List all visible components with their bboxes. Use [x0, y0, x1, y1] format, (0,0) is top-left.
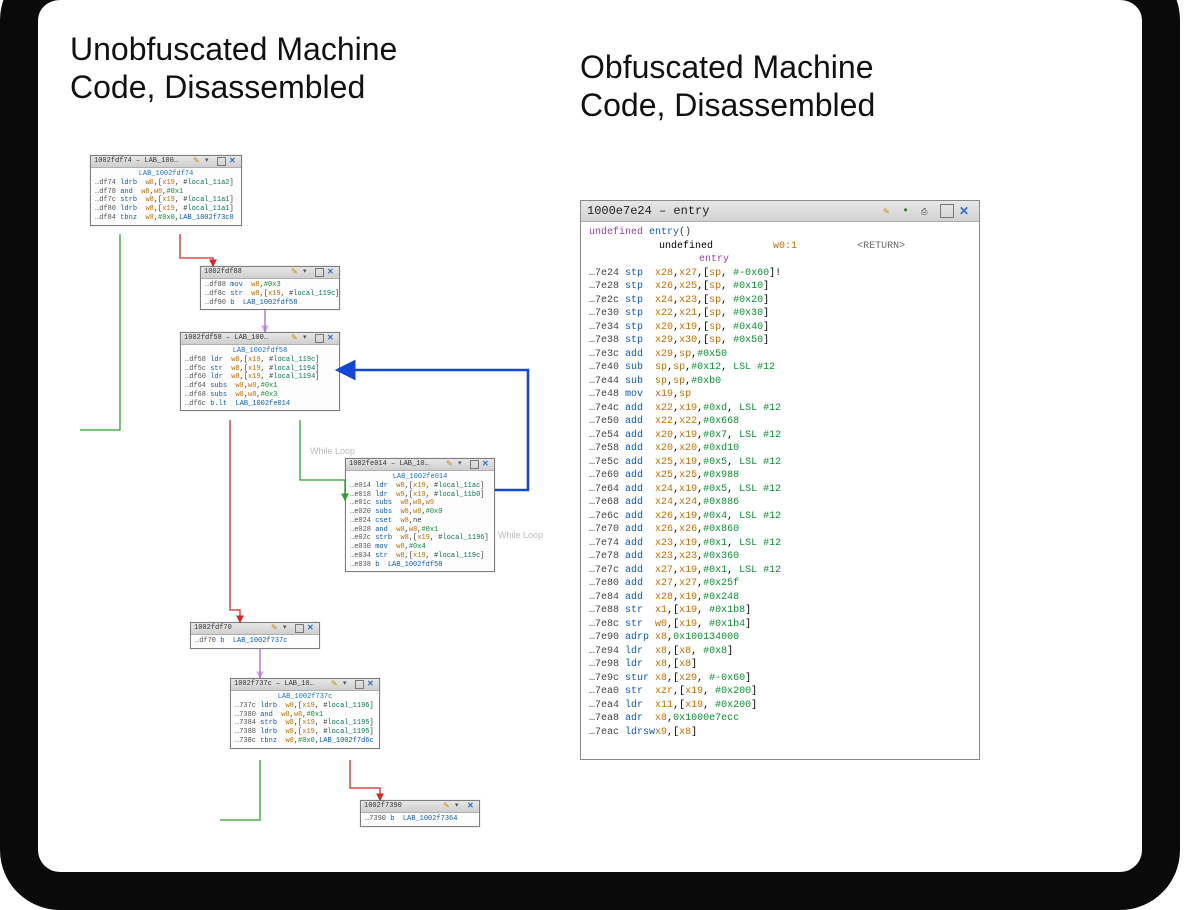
close-icon[interactable]: [959, 204, 973, 218]
printer-icon[interactable]: [921, 204, 935, 218]
instruction-row: …7e28 stp x26,x25,[sp, #0x10]: [589, 280, 971, 294]
instruction-row: …7e74 add x23,x19,#0x1, LSL #12: [589, 537, 971, 551]
instruction-row: …7e2c stp x24,x23,[sp, #0x20]: [589, 294, 971, 308]
instruction-row: …7e9c stur x8,[x29, #-0x60]: [589, 672, 971, 686]
instruction-row: …7e34 stp x20,x19,[sp, #0x40]: [589, 321, 971, 335]
instruction-row: …7e60 add x25,x25,#0x988: [589, 469, 971, 483]
instruction-row: …7e80 add x27,x27,#0x25f: [589, 577, 971, 591]
instruction-row: …7ea8 adr x8,0x1000e7ecc: [589, 712, 971, 726]
obf-body: undefined entry() undefined w0:1 <RETURN…: [581, 222, 979, 743]
content-area: Unobfuscated Machine Code, Disassembled …: [60, 30, 1160, 850]
function-signature: undefined entry(): [589, 226, 971, 240]
return-line: undefined w0:1 <RETURN>: [659, 240, 971, 254]
instruction-row: …7e8c str w0,[x19, #0x1b4]: [589, 618, 971, 632]
titlebar-title: 1000e7e24 – entry: [587, 204, 709, 218]
instruction-rows: …7e24 stp x28,x27,[sp, #-0x60]!…7e28 stp…: [589, 267, 971, 740]
instruction-row: …7eac ldrswx9,[x8]: [589, 726, 971, 740]
instruction-row: …7e58 add x20,x20,#0xd10: [589, 442, 971, 456]
instruction-row: …7e84 add x28,x19,#0x248: [589, 591, 971, 605]
instruction-row: …7e30 stp x22,x21,[sp, #0x30]: [589, 307, 971, 321]
maximize-icon[interactable]: [940, 204, 954, 218]
instruction-row: …7e78 add x23,x23,#0x360: [589, 550, 971, 564]
instruction-row: …7e70 add x26,x26,#0x860: [589, 523, 971, 537]
instruction-row: …7e44 sub sp,sp,#0xb0: [589, 375, 971, 389]
instruction-row: …7e98 ldr x8,[x8]: [589, 658, 971, 672]
instruction-row: …7e24 stp x28,x27,[sp, #-0x60]!: [589, 267, 971, 281]
instruction-row: …7e4c add x22,x19,#0xd, LSL #12: [589, 402, 971, 416]
instruction-row: …7ea4 ldr x11,[x19, #0x200]: [589, 699, 971, 713]
instruction-row: …7e6c add x26,x19,#0x4, LSL #12: [589, 510, 971, 524]
instruction-row: …7e68 add x24,x24,#0x886: [589, 496, 971, 510]
cfg-edges: [60, 30, 580, 850]
instruction-row: …7e94 ldr x8,[x8, #0x8]: [589, 645, 971, 659]
instruction-row: …7e3c add x29,sp,#0x50: [589, 348, 971, 362]
instruction-row: …7e54 add x20,x19,#0x7, LSL #12: [589, 429, 971, 443]
obfuscated-listing-window[interactable]: 1000e7e24 – entry • undefined entry() un…: [580, 200, 980, 760]
instruction-row: …7e90 adrp x8,0x100134000: [589, 631, 971, 645]
instruction-row: …7e7c add x27,x19,#0x1, LSL #12: [589, 564, 971, 578]
entry-label: entry: [699, 253, 971, 267]
instruction-row: …7e88 str x1,[x19, #0x1b8]: [589, 604, 971, 618]
instruction-row: …7e38 stp x29,x30,[sp, #0x50]: [589, 334, 971, 348]
heading-obfuscated: Obfuscated Machine Code, Disassembled: [580, 48, 960, 125]
instruction-row: …7e50 add x22,x22,#0x668: [589, 415, 971, 429]
edit-icon[interactable]: [883, 204, 897, 218]
instruction-row: …7e48 mov x19,sp: [589, 388, 971, 402]
instruction-row: …7ea0 str xzr,[x19, #0x200]: [589, 685, 971, 699]
instruction-row: …7e64 add x24,x19,#0x5, LSL #12: [589, 483, 971, 497]
instruction-row: …7e5c add x25,x19,#0x5, LSL #12: [589, 456, 971, 470]
dot-icon[interactable]: •: [902, 204, 916, 218]
instruction-row: …7e40 sub sp,sp,#0x12, LSL #12: [589, 361, 971, 375]
obf-titlebar[interactable]: 1000e7e24 – entry •: [581, 201, 979, 222]
